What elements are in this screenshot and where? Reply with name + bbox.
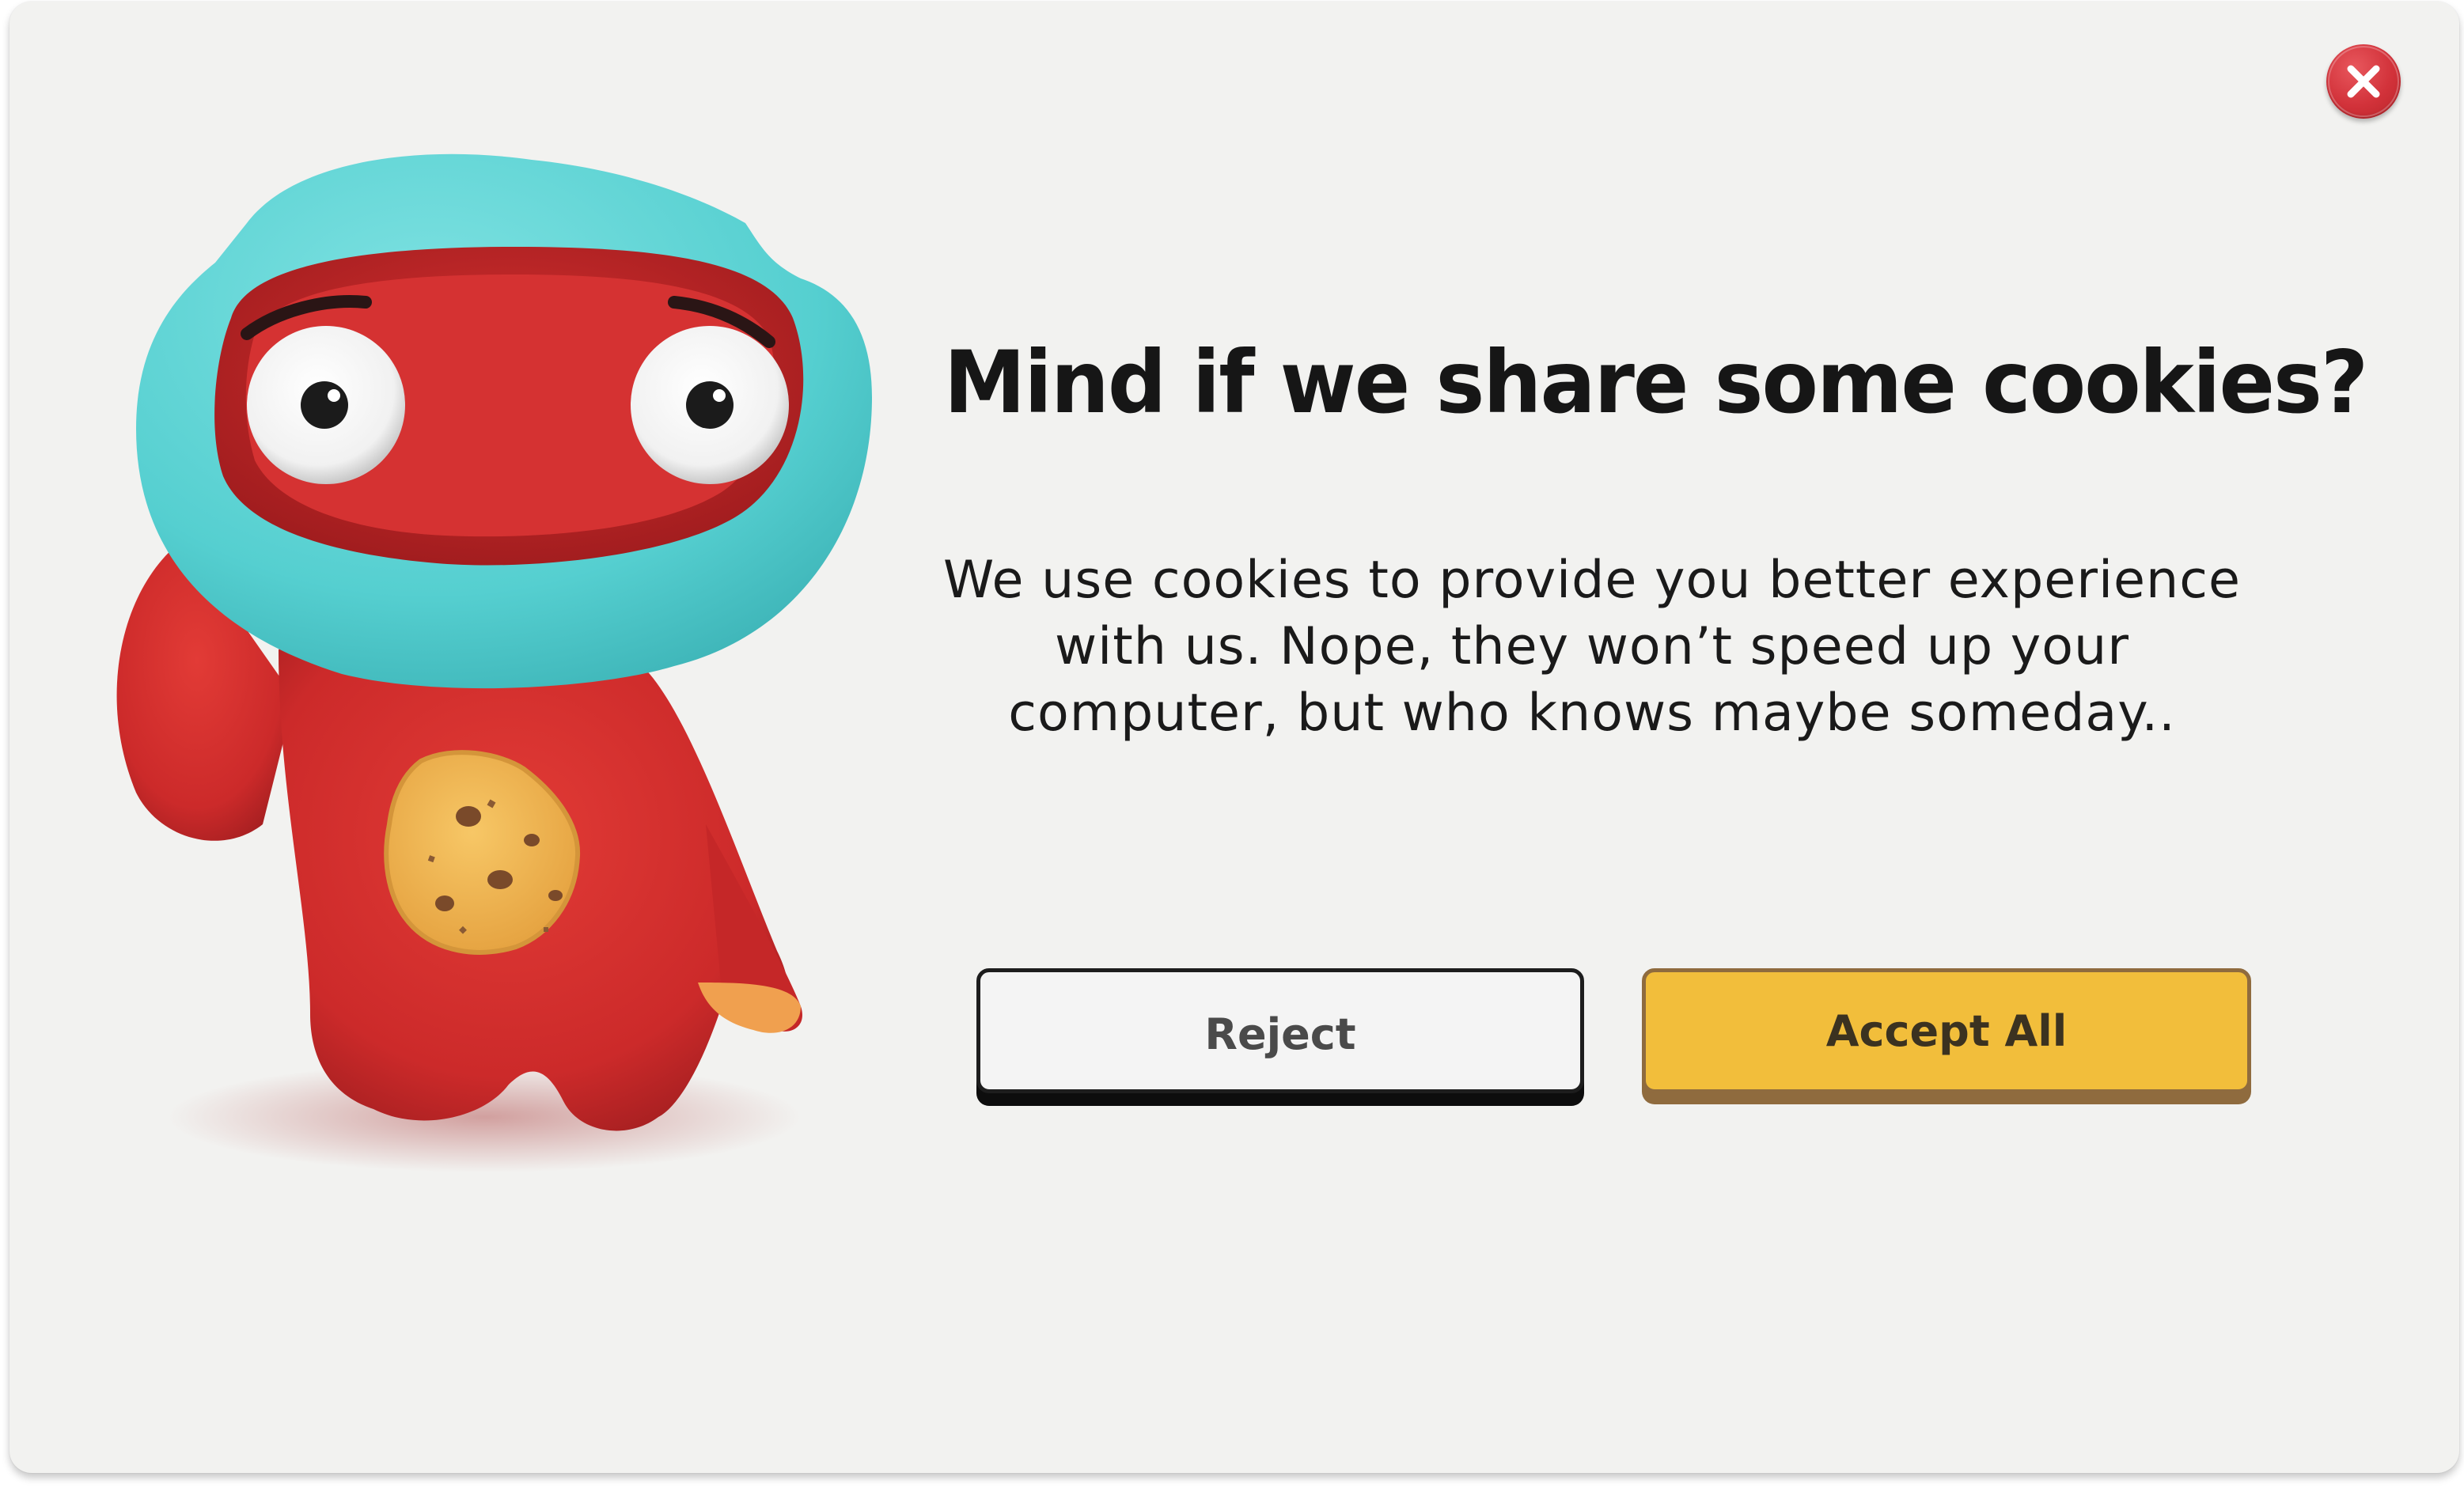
body-line: We use cookies to provide you better exp…	[943, 551, 2241, 610]
cookie-mascot-illustration	[89, 144, 912, 1188]
reject-button[interactable]: Reject	[976, 968, 1584, 1093]
close-button[interactable]	[2326, 44, 2401, 119]
close-x-icon	[2328, 46, 2399, 117]
dialog-title: Mind if we share some cookies?	[943, 331, 2369, 434]
dialog-body-text: We use cookies to provide you better exp…	[919, 547, 2265, 747]
accept-all-button[interactable]: Accept All	[1642, 968, 2251, 1093]
body-line: computer, but who knows maybe someday..	[1008, 683, 2176, 743]
body-line: with us. Nope, they won’t speed up your	[1055, 617, 2129, 676]
cookie-consent-dialog: Mind if we share some cookies? We use co…	[9, 2, 2459, 1473]
